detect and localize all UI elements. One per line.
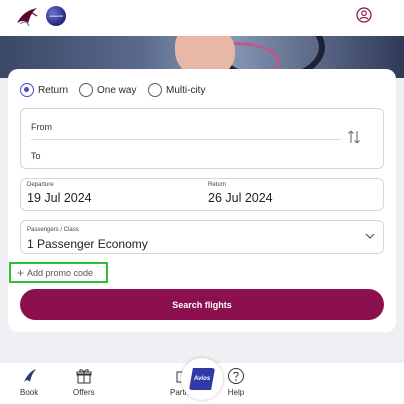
return-caption: Return bbox=[208, 182, 227, 188]
return-date-field[interactable]: Return 26 Jul 2024 bbox=[208, 182, 273, 205]
from-field[interactable]: From bbox=[31, 122, 52, 132]
booking-card: Return One way Multi-city From To Depart… bbox=[8, 69, 396, 332]
to-field[interactable]: To bbox=[31, 151, 41, 161]
trip-type-return[interactable]: Return bbox=[20, 81, 68, 99]
passengers-value: 1 Passenger Economy bbox=[27, 237, 148, 251]
radio-icon bbox=[148, 83, 162, 97]
promo-label: Add promo code bbox=[27, 267, 94, 278]
trip-type-one-way[interactable]: One way bbox=[79, 81, 136, 99]
plane-icon bbox=[24, 369, 37, 382]
chevron-down-icon bbox=[365, 233, 375, 239]
help-icon bbox=[228, 368, 244, 384]
nav-book[interactable]: Book bbox=[20, 367, 38, 397]
trip-type-label: Multi-city bbox=[166, 84, 206, 96]
gift-icon bbox=[76, 369, 92, 384]
trip-type-label: One way bbox=[97, 84, 137, 96]
user-circle-icon[interactable] bbox=[356, 7, 372, 23]
trip-type-multi-city[interactable]: Multi-city bbox=[148, 81, 205, 99]
alliance-logo-text: oneworld bbox=[49, 14, 63, 18]
departure-caption: Departure bbox=[27, 182, 54, 188]
nav-offers[interactable]: Offers bbox=[73, 367, 95, 397]
passengers-class-select[interactable]: Passengers / Class 1 Passenger Economy bbox=[20, 220, 384, 254]
nav-book-label: Book bbox=[20, 388, 39, 397]
trip-type-label: Return bbox=[38, 84, 69, 96]
plus-icon: + bbox=[17, 265, 25, 280]
dates-field: Departure 19 Jul 2024 Return 26 Jul 2024 bbox=[20, 178, 384, 211]
passengers-caption: Passengers / Class bbox=[27, 227, 79, 233]
avios-button[interactable]: Avios bbox=[181, 358, 223, 400]
avios-badge: Avios bbox=[189, 368, 215, 390]
nav-help-label: Help bbox=[227, 388, 245, 397]
search-flights-button[interactable]: Search flights bbox=[20, 289, 384, 320]
divider bbox=[31, 139, 341, 140]
radio-icon bbox=[79, 83, 93, 97]
nav-offers-label: Offers bbox=[73, 388, 95, 397]
swap-arrows-icon[interactable] bbox=[347, 129, 361, 145]
airline-logo-icon bbox=[17, 8, 38, 27]
add-promo-code-button[interactable]: + Add promo code bbox=[9, 262, 108, 283]
origin-destination-field: From To bbox=[20, 108, 384, 169]
top-bar: oneworld bbox=[0, 0, 404, 36]
alliance-logo: oneworld bbox=[46, 6, 66, 26]
radio-selected-icon bbox=[20, 83, 34, 97]
departure-date-field[interactable]: Departure 19 Jul 2024 bbox=[27, 182, 92, 205]
nav-help[interactable]: Help bbox=[227, 367, 245, 397]
departure-value: 19 Jul 2024 bbox=[27, 191, 92, 205]
return-value: 26 Jul 2024 bbox=[208, 191, 273, 205]
